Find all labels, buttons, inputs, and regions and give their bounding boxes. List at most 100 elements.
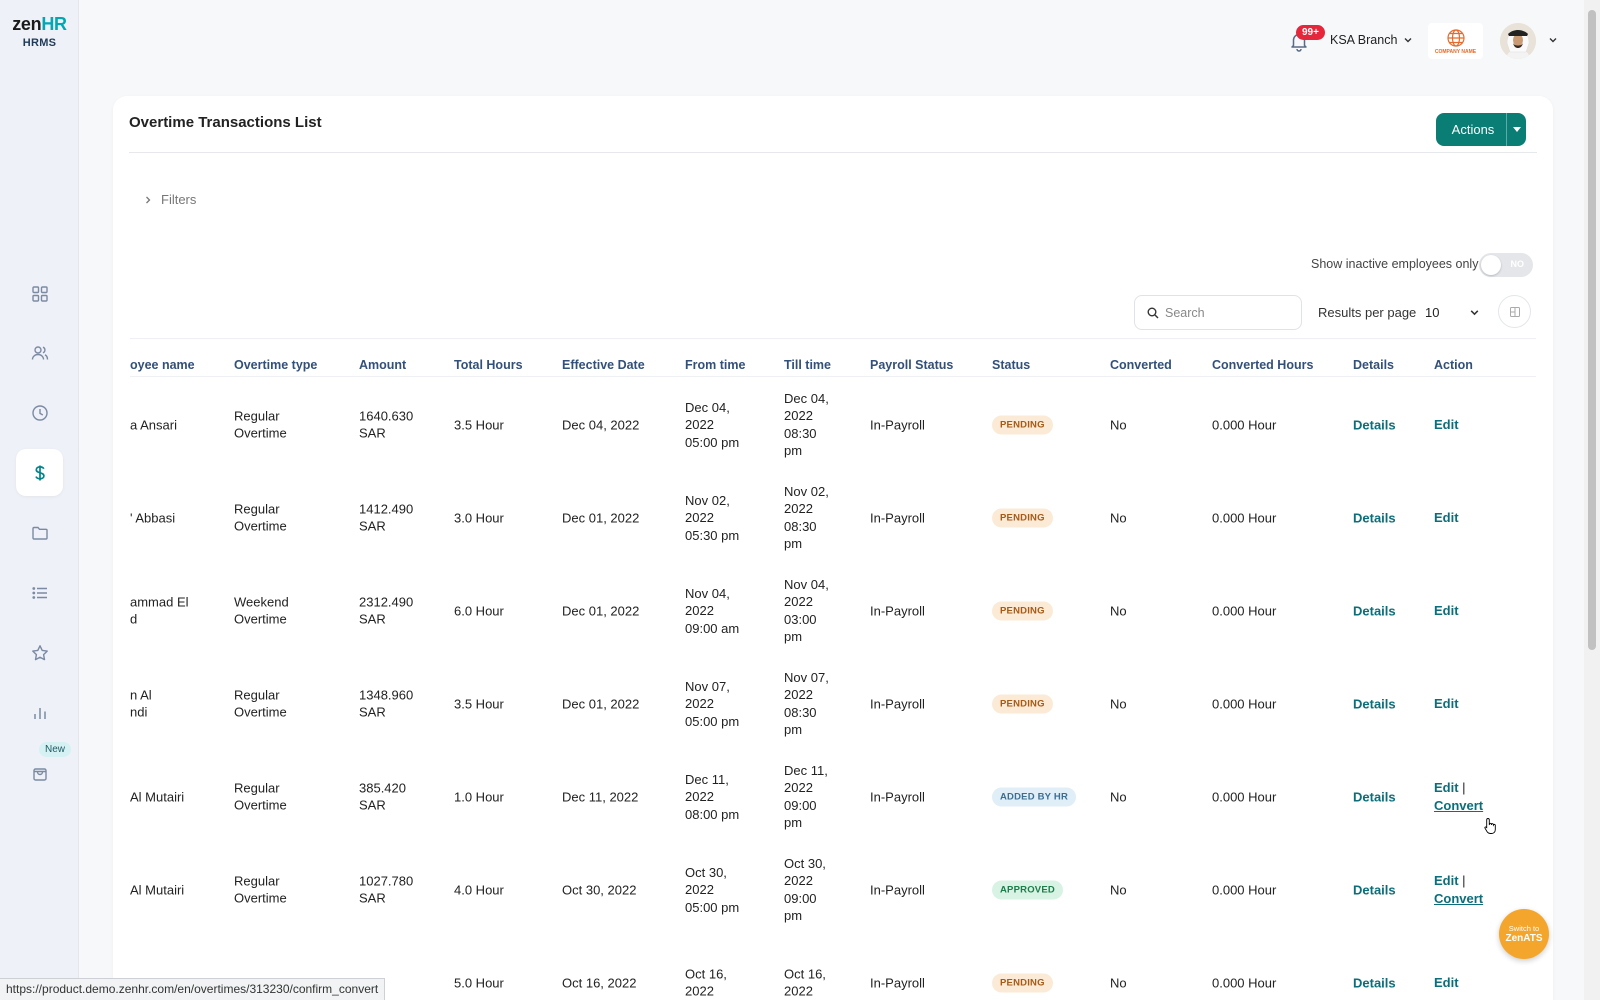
total-hours: 3.5 Hour bbox=[454, 416, 504, 432]
column-header[interactable]: Converted Hours bbox=[1212, 358, 1313, 372]
columns-toggle-button[interactable] bbox=[1498, 295, 1531, 328]
status-badge: PENDING bbox=[992, 601, 1053, 620]
details-link[interactable]: Details bbox=[1353, 881, 1396, 899]
total-hours: 4.0 Hour bbox=[454, 881, 504, 897]
from-time-line: 05:00 pm bbox=[685, 899, 740, 915]
edit-link[interactable]: Edit bbox=[1434, 873, 1459, 888]
filters-label: Filters bbox=[161, 192, 197, 207]
column-header[interactable]: Amount bbox=[359, 358, 406, 372]
sidebar-item-documents[interactable] bbox=[16, 509, 63, 556]
total-hours: 1.0 Hour bbox=[454, 788, 504, 804]
convert-link[interactable]: Convert bbox=[1434, 798, 1483, 813]
details-link[interactable]: Details bbox=[1353, 695, 1396, 713]
employee-name: ammad El d bbox=[130, 593, 189, 628]
details-link[interactable]: Details bbox=[1353, 602, 1396, 620]
table-row: Al Mutairi Regular Overtime 1027.780 SAR 4.0 … bbox=[130, 843, 1536, 936]
hand-cursor-icon bbox=[1484, 818, 1496, 834]
star-icon bbox=[31, 644, 48, 660]
app-logo[interactable]: zenHR HRMS bbox=[0, 14, 79, 49]
from-time-line: Oct 30, bbox=[685, 864, 727, 880]
till-time-line: pm bbox=[784, 629, 803, 644]
from-time: Oct 16, 2022 bbox=[685, 965, 727, 1000]
status-badge: PENDING bbox=[992, 694, 1053, 713]
edit-link[interactable]: Edit bbox=[1434, 780, 1459, 795]
employee-name: Al Mutairi bbox=[130, 788, 184, 806]
from-time-line: 05:30 pm bbox=[685, 527, 740, 543]
column-header[interactable]: Payroll Status bbox=[870, 358, 953, 372]
converted-hours: 0.000 Hour bbox=[1212, 602, 1277, 618]
till-time-line: pm bbox=[784, 815, 803, 830]
inactive-employees-toggle[interactable]: NO bbox=[1479, 253, 1533, 277]
scrollbar-thumb[interactable] bbox=[1588, 10, 1596, 650]
table-row: Al Mutairi Regular Overtime 385.420 SAR 1.0 H… bbox=[130, 750, 1536, 843]
sidebar-item-reports[interactable] bbox=[16, 689, 63, 736]
details-link[interactable]: Details bbox=[1353, 509, 1396, 527]
edit-link[interactable]: Edit bbox=[1434, 603, 1459, 618]
edit-link[interactable]: Edit bbox=[1434, 696, 1459, 711]
table-row: n Al ndi Regular Overtime 1348.960 SAR 3.5 Hou… bbox=[130, 657, 1536, 750]
employee-name-line: Al Mutairi bbox=[130, 788, 185, 804]
chevron-down-icon[interactable] bbox=[1403, 35, 1413, 45]
column-header[interactable]: Status bbox=[992, 358, 1030, 372]
overtime-type-line: Overtime bbox=[234, 890, 287, 906]
results-per-page-select[interactable]: 10 bbox=[1425, 305, 1439, 320]
overtime-type-line: Regular bbox=[234, 501, 280, 516]
sidebar-item-dashboard[interactable] bbox=[16, 270, 63, 317]
amount-line: SAR bbox=[359, 518, 386, 534]
column-header[interactable]: From time bbox=[685, 358, 745, 372]
sidebar-item-lists[interactable] bbox=[16, 569, 63, 616]
column-header[interactable]: Converted bbox=[1110, 358, 1172, 372]
edit-link[interactable]: Edit bbox=[1434, 417, 1459, 432]
sidebar-item-attendance[interactable] bbox=[16, 389, 63, 436]
till-time-line: 08:30 bbox=[784, 704, 817, 720]
branch-selector[interactable]: KSA Branch bbox=[1330, 33, 1397, 47]
filters-toggle[interactable]: Filters bbox=[143, 192, 196, 207]
total-hours: 6.0 Hour bbox=[454, 602, 504, 618]
column-header[interactable]: Overtime type bbox=[234, 358, 317, 372]
column-header[interactable]: oyee name bbox=[130, 358, 195, 372]
effective-date: Oct 16, 2022 bbox=[562, 974, 637, 990]
details-link[interactable]: Details bbox=[1353, 416, 1396, 434]
sidebar-item-payroll[interactable] bbox=[16, 449, 63, 496]
amount-line: 1027.780 bbox=[359, 873, 414, 888]
details-link[interactable]: Details bbox=[1353, 974, 1396, 992]
bag-icon bbox=[32, 767, 47, 781]
total-hours: 3.5 Hour bbox=[454, 695, 504, 711]
bar-chart-icon bbox=[33, 707, 46, 719]
amount-line: SAR bbox=[359, 890, 386, 906]
action-cell: Edit | Convert bbox=[1434, 872, 1483, 908]
column-header[interactable]: Total Hours bbox=[454, 358, 523, 372]
avatar[interactable] bbox=[1500, 23, 1536, 59]
chevron-down-icon[interactable] bbox=[1548, 35, 1558, 45]
search-box[interactable] bbox=[1134, 295, 1302, 330]
overtime-type-line: Weekend bbox=[234, 594, 289, 609]
edit-link[interactable]: Edit bbox=[1434, 975, 1459, 990]
till-time: Dec 04, 2022 08:30 pm bbox=[784, 390, 829, 460]
employee-name-line: Al Mutairi bbox=[130, 881, 185, 897]
switch-to-zenats-button[interactable]: Switch to ZenATS bbox=[1499, 909, 1549, 959]
actions-button[interactable]: Actions bbox=[1436, 113, 1526, 146]
column-header[interactable]: Till time bbox=[784, 358, 831, 372]
edit-link[interactable]: Edit bbox=[1434, 510, 1459, 525]
till-time-line: Oct 16, bbox=[784, 966, 826, 981]
search-input[interactable] bbox=[1165, 305, 1285, 320]
till-time-line: Nov 04, bbox=[784, 576, 829, 592]
convert-link[interactable]: Convert bbox=[1434, 891, 1483, 906]
column-header[interactable]: Effective Date bbox=[562, 358, 645, 372]
from-time-line: 2022 bbox=[685, 416, 714, 432]
overtime-table: oyee name Overtime type Amount Total Hou… bbox=[130, 338, 1536, 1000]
brand-sub: HRMS bbox=[22, 37, 57, 49]
caret-down-icon[interactable] bbox=[1506, 113, 1526, 146]
folder-icon bbox=[31, 526, 48, 540]
actions-button-label: Actions bbox=[1451, 122, 1495, 137]
chevron-down-icon[interactable] bbox=[1469, 307, 1480, 318]
till-time: Nov 02, 2022 08:30 pm bbox=[784, 483, 829, 553]
brand-accent: HR bbox=[41, 14, 67, 34]
total-hours: 5.0 Hour bbox=[454, 974, 504, 990]
sidebar-item-employees[interactable] bbox=[16, 329, 63, 376]
employee-name: Al Mutairi bbox=[130, 881, 184, 899]
overtime-type-line: Regular bbox=[234, 780, 280, 795]
details-link[interactable]: Details bbox=[1353, 788, 1396, 806]
overtime-type-line: Overtime bbox=[234, 518, 287, 534]
sidebar-item-performance[interactable] bbox=[16, 629, 63, 676]
